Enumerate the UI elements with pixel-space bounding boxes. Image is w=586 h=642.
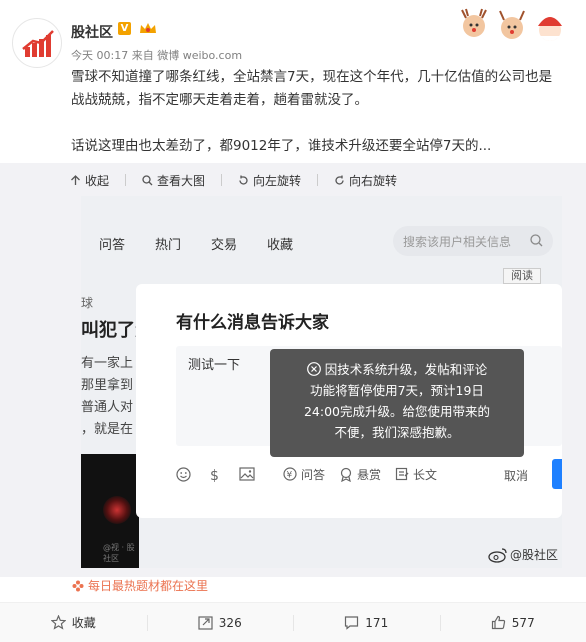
nav-favorites: 收藏: [267, 238, 294, 253]
dollar-icon: $: [210, 468, 219, 482]
favorite-button[interactable]: 收藏: [0, 603, 147, 642]
left-line: 普通人对: [81, 400, 134, 415]
dark-thumbnail: @视 · 股社区: [81, 454, 139, 568]
bounty-medal-icon: [340, 467, 352, 482]
rotate-left-button[interactable]: 向左旋转: [238, 172, 301, 189]
chart-logo-icon: [16, 22, 60, 66]
search-icon: [142, 174, 153, 185]
search-placeholder: 搜索该用户相关信息: [403, 235, 512, 249]
author-name[interactable]: 股社区: [71, 22, 113, 42]
comment-count: 171: [365, 615, 389, 630]
toast-line: 不便，我们深感抱歉。: [334, 425, 460, 440]
rotate-left-label: 向左旋转: [253, 173, 302, 188]
qa-tool: ¥ 问答: [283, 466, 325, 483]
view-large-label: 查看大图: [157, 173, 206, 188]
watermark-text: @股社区: [510, 548, 559, 562]
weibo-watermark: @股社区: [488, 546, 558, 563]
nav-trade: 交易: [211, 238, 238, 253]
weibo-post: 股社区 V 今天 00:17 来自 微博 weibo.com 雪球不知道撞了哪条…: [0, 0, 586, 642]
weibo-logo-icon: [488, 547, 507, 563]
rotate-right-icon: [335, 175, 344, 185]
nav-qa: 问答: [99, 238, 126, 253]
collapse-label: 收起: [85, 173, 110, 188]
hot-topic-link[interactable]: 每日最热题材都在这里: [72, 577, 208, 594]
like-count: 577: [511, 615, 535, 630]
toast-line: 因技术系统升级，发帖和评论: [324, 362, 488, 377]
verified-icon: V: [118, 22, 131, 35]
hot-topic-label: 每日最热题材都在这里: [88, 579, 209, 593]
source-prefix: 来自: [131, 49, 154, 62]
rotate-right-button[interactable]: 向右旋转: [334, 172, 397, 189]
repost-count: 326: [218, 615, 242, 630]
qa-coin-icon: ¥: [283, 467, 297, 481]
screenshot-search: 搜索该用户相关信息: [393, 226, 553, 256]
emoji-tool: [176, 466, 195, 482]
post-text: 雪球不知道撞了哪条红线，全站禁言7天，现在这个年代，几十亿估值的公司也是 战战兢…: [71, 66, 576, 158]
flower-icon: [72, 580, 84, 591]
svg-text:$: $: [210, 468, 219, 482]
modal-title: 有什么消息告诉大家: [176, 313, 329, 333]
left-line: 有一家上: [81, 356, 134, 371]
like-button[interactable]: 577: [439, 603, 586, 642]
bounty-tool: 悬赏: [339, 466, 381, 483]
post-text-line: 战战兢兢，指不定哪天走着走着，趟着雷就没了。: [71, 92, 368, 108]
collapse-button[interactable]: 收起: [70, 172, 109, 189]
favorite-label: 收藏: [71, 616, 96, 630]
left-line: 那里拿到: [81, 378, 134, 393]
rotate-right-label: 向右旋转: [349, 173, 398, 188]
comment-icon: [345, 616, 359, 630]
post-time: 今天 00:17: [71, 49, 129, 62]
repost-button[interactable]: 326: [146, 603, 294, 642]
action-bar: 收藏 326 171 577: [0, 602, 586, 642]
longform-tool: 长文: [395, 466, 437, 483]
vip-crown-icon[interactable]: [138, 21, 158, 35]
image-icon: [239, 467, 255, 481]
comment-button[interactable]: 171: [293, 603, 440, 642]
post-text-line: 雪球不知道撞了哪条红线，全站禁言7天，现在这个年代，几十亿估值的公司也是: [71, 69, 553, 85]
christmas-decoration-icon: [461, 8, 563, 41]
post-source[interactable]: 微博 weibo.com: [157, 49, 242, 62]
close-circle-icon: [306, 362, 321, 376]
edit-document-icon: [395, 467, 409, 481]
post-meta: 今天 00:17 来自 微博 weibo.com: [71, 47, 242, 63]
view-large-button[interactable]: 查看大图: [142, 172, 205, 189]
media-toolbar: 收起 查看大图 向左旋转 向右旋转: [70, 170, 413, 190]
toast-line: 24:00完成升级。给您使用带来的: [303, 404, 491, 419]
repost-icon: [198, 616, 213, 630]
emoji-icon: [176, 466, 191, 482]
search-icon: [530, 234, 543, 247]
thumbs-up-icon: [491, 615, 505, 630]
left-line: ，就是在: [81, 422, 134, 437]
draft-text: 测试一下: [188, 358, 241, 373]
rotate-left-icon: [239, 175, 248, 185]
read-button: 阅读: [503, 268, 541, 284]
qa-tool-label: 问答: [301, 467, 326, 482]
screenshot-nav: 问答 热门 交易 收藏 搜索该用户相关信息 阅读: [81, 196, 562, 286]
thumbnail-caption: @视 · 股社区: [103, 543, 135, 563]
maintenance-toast: 因技术系统升级，发帖和评论 功能将暂停使用7天，预计19日 24:00完成升级。…: [270, 349, 524, 457]
bounty-tool-label: 悬赏: [357, 467, 382, 482]
left-tag: 球: [81, 296, 94, 310]
avatar[interactable]: [12, 18, 62, 68]
collapse-icon: [71, 174, 80, 185]
star-icon: [50, 615, 66, 630]
longform-tool-label: 长文: [413, 467, 438, 482]
nav-hot: 热门: [155, 238, 182, 253]
image-tool: [239, 467, 259, 481]
submit-button: [552, 459, 562, 489]
svg-text:¥: ¥: [287, 471, 293, 481]
toast-line: 功能将暂停使用7天，预计19日: [310, 383, 484, 398]
post-header: 股社区 V 今天 00:17 来自 微博 weibo.com: [0, 0, 586, 70]
stock-tool: $: [209, 467, 225, 482]
cancel-button: 取消: [504, 469, 529, 483]
post-text-line: 话说这理由也太差劲了，都9012年了，谁技术升级还要全站停7天的...: [71, 138, 492, 154]
